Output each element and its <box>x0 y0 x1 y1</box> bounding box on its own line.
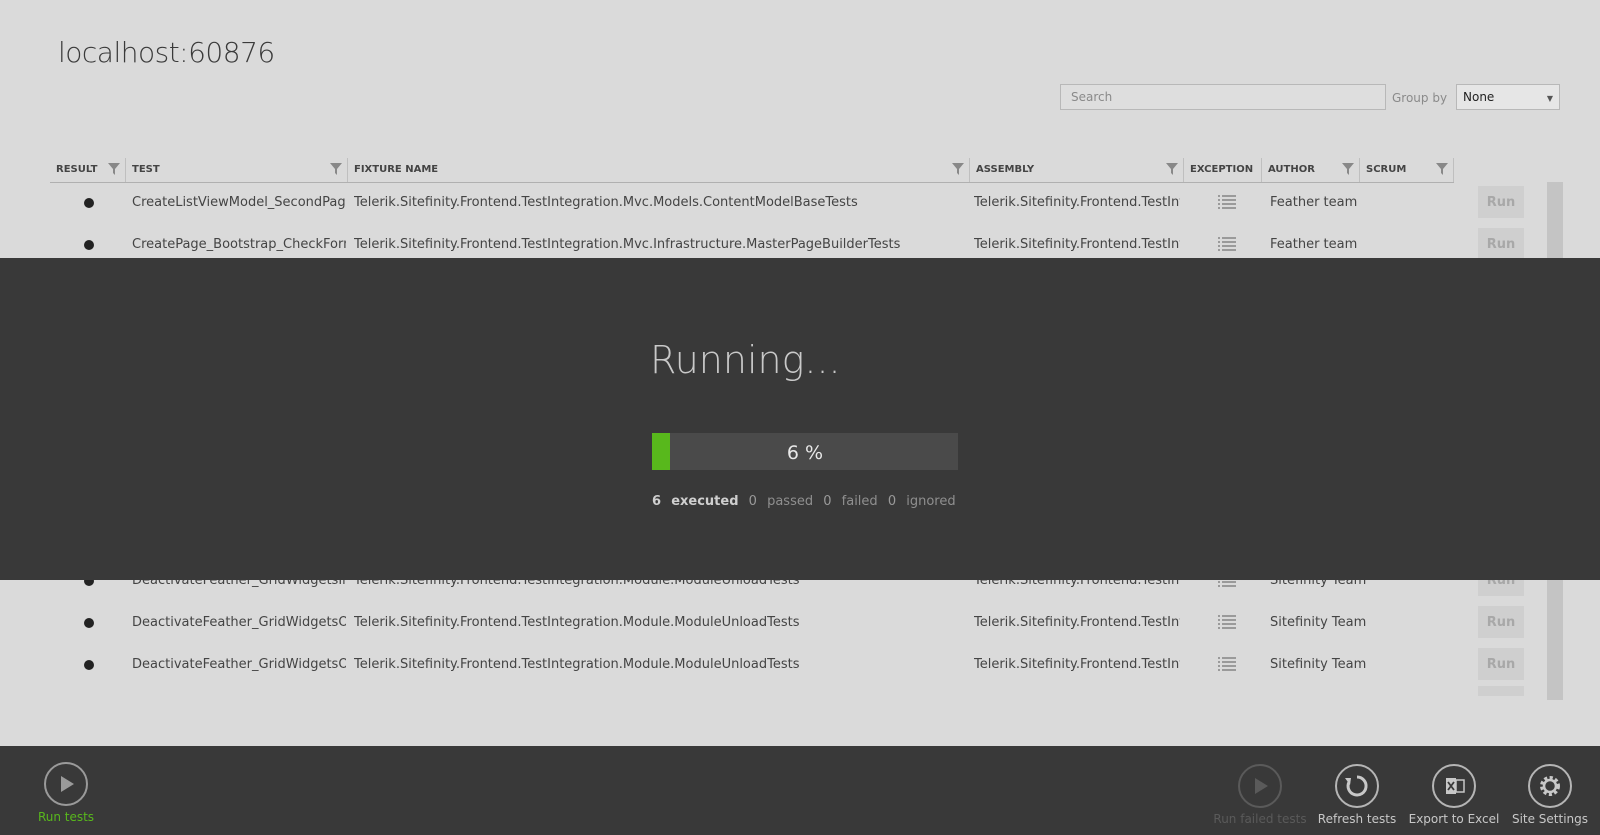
run-failed-tests-button[interactable]: Run failed tests <box>1210 764 1310 826</box>
passed-label: passed <box>767 494 814 509</box>
filter-icon[interactable] <box>951 162 965 176</box>
run-tests-label: Run tests <box>37 810 95 824</box>
run-tests-button[interactable]: Run tests <box>36 762 96 824</box>
run-button[interactable]: Run <box>1478 606 1524 638</box>
test-name: CreatePage_Bootstrap_CheckFormTi <box>132 237 346 252</box>
fixture-name: Telerik.Sitefinity.Frontend.TestIntegrat… <box>354 615 800 630</box>
grid-header: RESULT TEST FIXTURE NAME ASSEMBLY EXCEPT… <box>50 158 1454 183</box>
list-icon[interactable] <box>1218 656 1236 672</box>
column-header-test[interactable]: TEST <box>126 158 348 182</box>
table-row[interactable]: DeactivateFeather_GridWidgetsOnF Telerik… <box>50 602 1540 644</box>
progress-stats: 6 executed 0 passed 0 failed 0 ignored <box>652 494 962 509</box>
fixture-name: Telerik.Sitefinity.Frontend.TestIntegrat… <box>354 195 858 210</box>
filter-icon[interactable] <box>1341 162 1355 176</box>
author-name: Feather team <box>1270 195 1358 210</box>
list-icon[interactable] <box>1218 614 1236 630</box>
excel-icon <box>1432 764 1476 808</box>
author-name: Sitefinity Team <box>1270 615 1367 630</box>
run-button[interactable]: Run <box>1478 228 1524 260</box>
assembly-name: Telerik.Sitefinity.Frontend.TestInteg <box>974 195 1180 210</box>
test-name: CreateListViewModel_SecondPageTi <box>132 195 346 210</box>
table-row[interactable]: DeactivateFeather_GridWidgetsOnF Telerik… <box>50 644 1540 686</box>
column-label: RESULT <box>56 164 98 175</box>
author-name: Sitefinity Team <box>1270 657 1367 672</box>
column-header-scrum[interactable]: SCRUM <box>1360 158 1454 182</box>
ignored-count: 0 <box>887 494 897 509</box>
site-settings-label: Site Settings <box>1511 812 1589 826</box>
progress-percent: 6 % <box>786 442 824 464</box>
running-title: Running... <box>650 338 841 382</box>
list-icon[interactable] <box>1218 236 1236 252</box>
column-label: FIXTURE NAME <box>354 164 439 175</box>
executed-count: 6 <box>652 494 662 509</box>
column-header-assembly[interactable]: ASSEMBLY <box>970 158 1184 182</box>
play-icon <box>1238 764 1282 808</box>
test-name: DeactivateFeather_GridWidgetsOnF <box>132 657 346 672</box>
bottom-app-bar: Run tests Run failed tests Refresh tests… <box>0 746 1600 835</box>
running-overlay: Running... 6 % 6 executed 0 passed 0 fai… <box>0 258 1600 580</box>
result-dot-icon <box>84 198 94 208</box>
play-icon <box>44 762 88 806</box>
test-name: DeactivateFeather_GridWidgetsOnF <box>132 615 346 630</box>
refresh-icon <box>1335 764 1379 808</box>
caret-down-icon: ▼ <box>1546 94 1553 103</box>
column-label: TEST <box>132 164 160 175</box>
export-to-excel-button[interactable]: Export to Excel <box>1406 764 1502 826</box>
assembly-name: Telerik.Sitefinity.Frontend.TestInteg <box>974 615 1180 630</box>
group-by-value: None <box>1463 90 1495 104</box>
column-label: SCRUM <box>1366 164 1407 175</box>
run-failed-tests-label: Run failed tests <box>1213 812 1307 826</box>
filter-icon[interactable] <box>329 162 343 176</box>
group-by-label: Group by <box>1392 91 1448 105</box>
column-label: ASSEMBLY <box>976 164 1035 175</box>
search-input[interactable] <box>1060 84 1386 110</box>
ignored-label: ignored <box>906 494 956 509</box>
executed-label: executed <box>671 494 739 509</box>
group-by-select[interactable]: None ▼ <box>1456 84 1560 110</box>
site-settings-button[interactable]: Site Settings <box>1508 764 1592 826</box>
column-label: EXCEPTION <box>1190 164 1254 175</box>
filter-icon[interactable] <box>1165 162 1179 176</box>
list-icon[interactable] <box>1218 194 1236 210</box>
table-row[interactable] <box>50 686 1540 700</box>
failed-count: 0 <box>823 494 832 509</box>
filter-icon[interactable] <box>107 162 121 176</box>
refresh-tests-label: Refresh tests <box>1317 812 1397 826</box>
column-label: AUTHOR <box>1268 164 1315 175</box>
run-button[interactable] <box>1478 686 1524 696</box>
run-button[interactable]: Run <box>1478 648 1524 680</box>
result-dot-icon <box>84 240 94 250</box>
export-to-excel-label: Export to Excel <box>1408 812 1500 826</box>
assembly-name: Telerik.Sitefinity.Frontend.TestInteg <box>974 237 1180 252</box>
column-header-author[interactable]: AUTHOR <box>1262 158 1360 182</box>
refresh-tests-button[interactable]: Refresh tests <box>1312 764 1402 826</box>
progress-bar: 6 % <box>652 433 958 470</box>
column-header-result[interactable]: RESULT <box>50 158 126 182</box>
passed-count: 0 <box>748 494 757 509</box>
table-row[interactable]: CreateListViewModel_SecondPageTi Telerik… <box>50 182 1540 224</box>
result-dot-icon <box>84 618 94 628</box>
failed-label: failed <box>841 494 878 509</box>
column-header-fixture-name[interactable]: FIXTURE NAME <box>348 158 970 182</box>
run-button[interactable]: Run <box>1478 186 1524 218</box>
filter-icon[interactable] <box>1435 162 1449 176</box>
assembly-name: Telerik.Sitefinity.Frontend.TestInteg <box>974 657 1180 672</box>
column-header-exception[interactable]: EXCEPTION <box>1184 158 1262 182</box>
fixture-name: Telerik.Sitefinity.Frontend.TestIntegrat… <box>354 657 800 672</box>
gear-icon <box>1528 764 1572 808</box>
page-title: localhost:60876 <box>58 36 275 69</box>
author-name: Feather team <box>1270 237 1358 252</box>
fixture-name: Telerik.Sitefinity.Frontend.TestIntegrat… <box>354 237 901 252</box>
result-dot-icon <box>84 660 94 670</box>
